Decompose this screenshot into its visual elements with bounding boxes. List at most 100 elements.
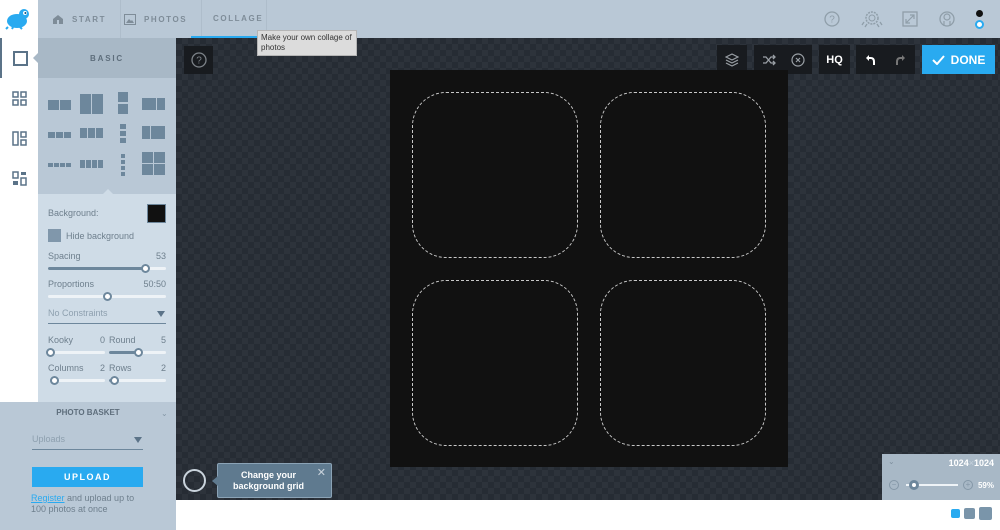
help-icon: ? — [190, 52, 207, 68]
zoom-slider[interactable] — [906, 480, 958, 490]
badge-icon[interactable] — [861, 9, 883, 29]
done-button[interactable]: DONE — [922, 45, 995, 74]
proportions-handle[interactable] — [103, 292, 112, 301]
zoom-handle[interactable] — [908, 480, 919, 490]
upload-button[interactable]: UPLOAD — [32, 467, 143, 487]
rail-item-grid[interactable] — [0, 78, 38, 118]
tip-arrow — [212, 476, 218, 486]
layout-icon — [11, 130, 27, 146]
tab-collage-label: COLLAGE — [213, 13, 264, 23]
chevron-down-icon[interactable]: ⌄ — [888, 457, 895, 466]
rows-slider[interactable] — [109, 376, 166, 385]
canvas-height: 1024 — [973, 458, 994, 468]
spacing-label: Spacing — [48, 251, 81, 261]
size-medium-button[interactable] — [964, 508, 975, 519]
layout-3-horizontal[interactable] — [48, 124, 72, 148]
constraints-value: No Constraints — [48, 308, 108, 318]
round-label: Round — [109, 335, 136, 345]
layout-2-tall[interactable] — [80, 94, 104, 118]
done-label: DONE — [950, 52, 986, 67]
kooky-slider[interactable] — [46, 348, 105, 357]
background-color-swatch[interactable] — [147, 204, 166, 223]
shuffle-icon — [762, 54, 776, 65]
photo-source-dropdown[interactable]: Uploads — [32, 434, 143, 450]
light-theme-dot[interactable] — [975, 20, 984, 29]
theme-toggle[interactable] — [975, 9, 985, 31]
layout-3-tall[interactable] — [80, 124, 104, 148]
register-link[interactable]: Register — [31, 493, 65, 503]
account-icon[interactable] — [937, 9, 957, 29]
undo-button[interactable] — [856, 45, 886, 74]
undo-redo-group — [856, 45, 915, 74]
panel-title: BASIC — [38, 38, 176, 78]
left-rail — [0, 38, 38, 402]
constraints-dropdown[interactable]: No Constraints — [48, 308, 166, 324]
layout-2-uneven[interactable] — [142, 94, 166, 118]
chevron-down-icon[interactable]: ⌄ — [161, 409, 168, 418]
rows-handle[interactable] — [109, 376, 119, 385]
zoom-in-icon[interactable]: + — [963, 480, 973, 490]
spacing-value: 53 — [155, 251, 166, 261]
layout-4-tall[interactable] — [80, 154, 104, 178]
background-grid-toggle[interactable] — [183, 469, 206, 492]
workspace-help-button[interactable]: ? — [184, 46, 213, 74]
proportions-label: Proportions — [48, 279, 95, 289]
layout-2-vertical[interactable] — [112, 92, 136, 118]
rail-item-freestyle[interactable] — [0, 118, 38, 158]
canvas-width: 1024 — [948, 458, 969, 468]
close-icon[interactable]: ✕ — [317, 468, 326, 479]
selection-pointer — [103, 189, 113, 194]
hide-background-checkbox[interactable] — [48, 229, 61, 242]
columns-handle[interactable] — [50, 376, 60, 385]
redo-icon — [896, 54, 906, 65]
app: START PHOTOS COLLAGE ? Make your own col… — [0, 0, 1000, 530]
photo-slot[interactable] — [600, 280, 766, 446]
layout-2-square[interactable] — [142, 124, 166, 148]
round-slider[interactable] — [109, 348, 166, 357]
checkmark-icon — [931, 54, 945, 65]
layout-3-vertical[interactable] — [112, 124, 136, 148]
collage-canvas[interactable] — [390, 70, 788, 467]
tab-start-label: START — [72, 14, 107, 24]
photo-slot[interactable] — [600, 92, 766, 258]
grid-icon — [11, 90, 27, 106]
close-circle-icon — [790, 52, 805, 67]
tab-photos[interactable]: PHOTOS — [110, 0, 203, 38]
size-small-button[interactable] — [951, 509, 960, 518]
layout-2x2[interactable] — [142, 152, 166, 178]
image-icon — [124, 13, 136, 25]
workspace: ? HQ DONE Change your background grid ✕ … — [176, 38, 1000, 500]
layout-4-vertical[interactable] — [112, 154, 136, 178]
canvas-dimensions: 1024×1024 — [949, 458, 994, 468]
undo-icon — [865, 54, 875, 65]
kooky-handle[interactable] — [46, 348, 55, 357]
home-icon — [53, 14, 63, 24]
photo-slot[interactable] — [412, 92, 578, 258]
spacing-handle[interactable] — [140, 264, 150, 273]
rail-item-templates[interactable] — [0, 158, 38, 198]
thumbnail-size-selector — [951, 507, 992, 520]
redo-button[interactable] — [886, 45, 916, 74]
layout-2-horizontal[interactable] — [48, 94, 72, 118]
template-icon — [11, 170, 27, 186]
tab-collage[interactable]: COLLAGE — [191, 0, 267, 38]
dark-theme-dot[interactable] — [976, 10, 983, 17]
proportions-slider[interactable] — [48, 292, 166, 301]
fullscreen-icon[interactable] — [900, 9, 920, 29]
frog-logo[interactable] — [0, 0, 38, 38]
help-icon[interactable]: ? — [822, 9, 842, 29]
round-handle[interactable] — [133, 348, 143, 357]
columns-slider[interactable] — [50, 376, 105, 385]
layout-4-horizontal[interactable] — [48, 154, 72, 178]
tab-start[interactable]: START — [38, 0, 122, 38]
zoom-out-icon[interactable]: − — [889, 480, 899, 490]
spacing-slider[interactable] — [48, 264, 166, 273]
hq-button[interactable]: HQ — [826, 54, 843, 66]
photo-basket: PHOTO BASKET ⌄ Uploads UPLOAD Register a… — [0, 402, 176, 530]
background-label: Background: — [48, 208, 99, 218]
size-large-button[interactable] — [979, 507, 992, 520]
register-prompt: Register and upload up to 100 photos at … — [31, 493, 151, 515]
layout-presets — [38, 78, 176, 194]
svg-text:?: ? — [829, 15, 835, 26]
photo-slot[interactable] — [412, 280, 578, 446]
